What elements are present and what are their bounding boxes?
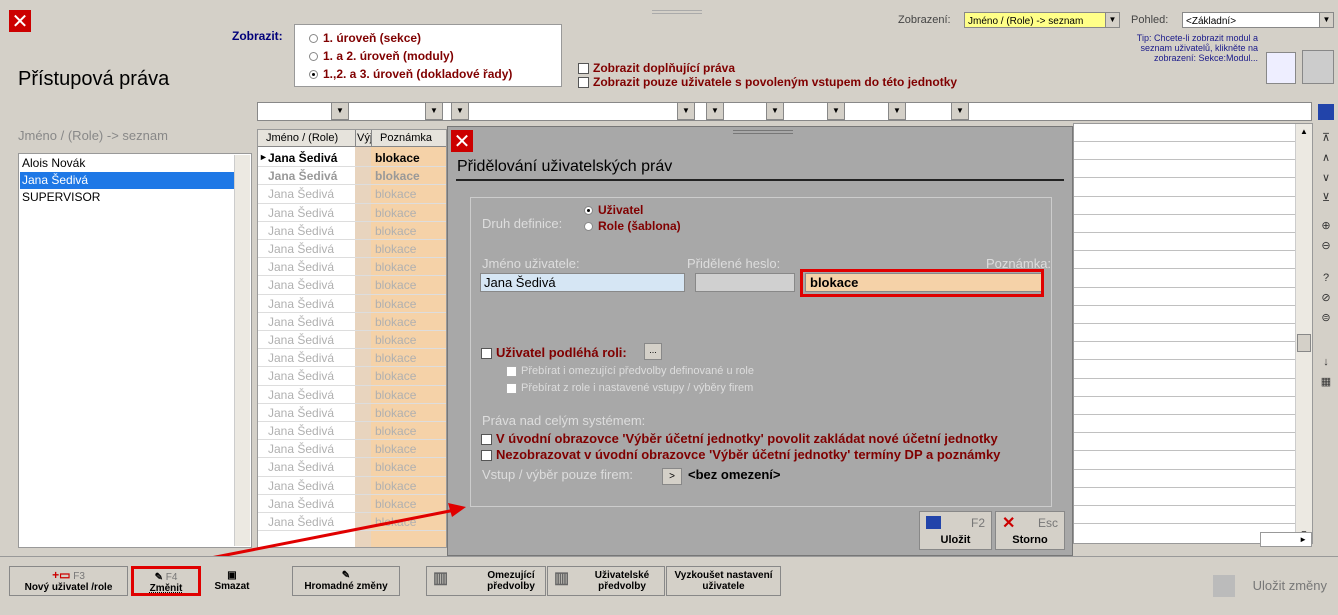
new-user-button[interactable]: +▭ F3 Nový uživatel /role (9, 566, 128, 596)
users-icon: ▥ (554, 570, 570, 587)
annotation-arrow (174, 503, 466, 567)
users-icon: ▥ (433, 570, 449, 587)
trash-icon: ▣ (227, 570, 237, 581)
add-user-icon: +▭ (52, 568, 71, 582)
restrict-preferences-button[interactable]: ▥ Omezující předvolby (426, 566, 546, 596)
save-changes-button[interactable]: Uložit změny (1208, 568, 1332, 602)
delete-button[interactable]: ▣ Smazat (204, 566, 260, 596)
edit-button[interactable]: ✎ F4 Změnit (131, 566, 201, 596)
user-preferences-button[interactable]: ▥ Uživatelské předvolby (547, 566, 665, 596)
edit-icon: ✎ (154, 572, 163, 583)
edit-icon: ✎ (341, 570, 351, 581)
try-settings-button[interactable]: Vyzkoušet nastavení uživatele (666, 566, 781, 596)
save-icon (1213, 575, 1235, 597)
bulk-change-button[interactable]: ✎ Hromadné změny (292, 566, 400, 596)
